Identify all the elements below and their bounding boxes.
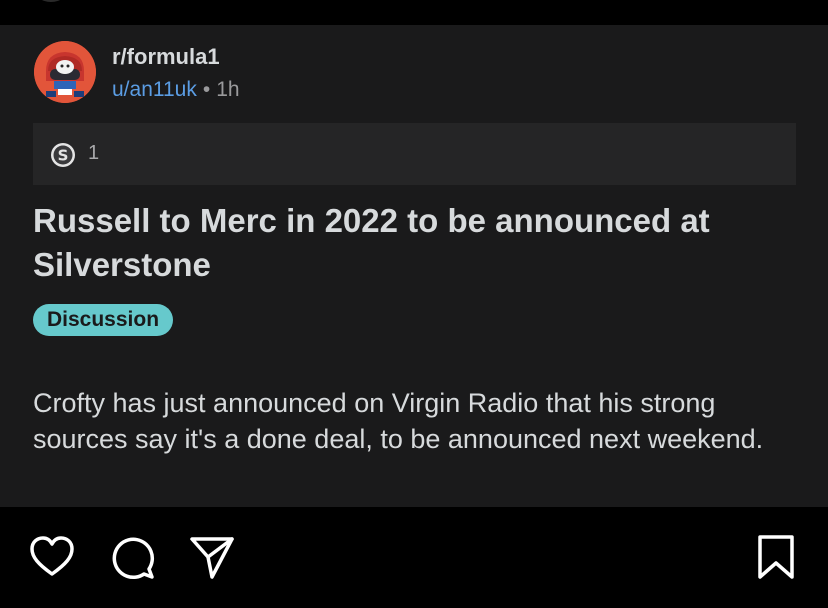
post-body: Crofty has just announced on Virgin Radi…	[33, 388, 764, 454]
svg-text:S: S	[58, 147, 69, 165]
post-timestamp: 1h	[216, 78, 240, 101]
award-count: 1	[88, 142, 100, 164]
username-link[interactable]: u/an11uk	[112, 78, 197, 101]
heart-icon[interactable]	[28, 533, 76, 581]
bookmark-icon[interactable]	[752, 533, 800, 581]
silver-award-icon: S	[49, 141, 77, 169]
previous-avatar-edge	[33, 0, 69, 2]
award-bar[interactable]: S 1	[33, 123, 796, 185]
send-icon[interactable]	[188, 533, 236, 581]
comment-icon[interactable]	[108, 533, 156, 581]
post-card[interactable]: r/formula1 u/an11uk • 1h S 1 Russell to Me…	[0, 25, 828, 507]
action-bar	[0, 507, 828, 608]
post-title[interactable]: Russell to Merc in 2022 to be announced …	[33, 199, 803, 287]
meta-separator: •	[202, 78, 211, 101]
avatar[interactable]	[34, 41, 96, 103]
subreddit-name[interactable]: r/formula1	[112, 44, 220, 70]
post-meta: u/an11uk • 1h	[112, 78, 240, 102]
flair-badge[interactable]: Discussion	[33, 304, 174, 336]
previous-post-edge	[0, 0, 828, 25]
